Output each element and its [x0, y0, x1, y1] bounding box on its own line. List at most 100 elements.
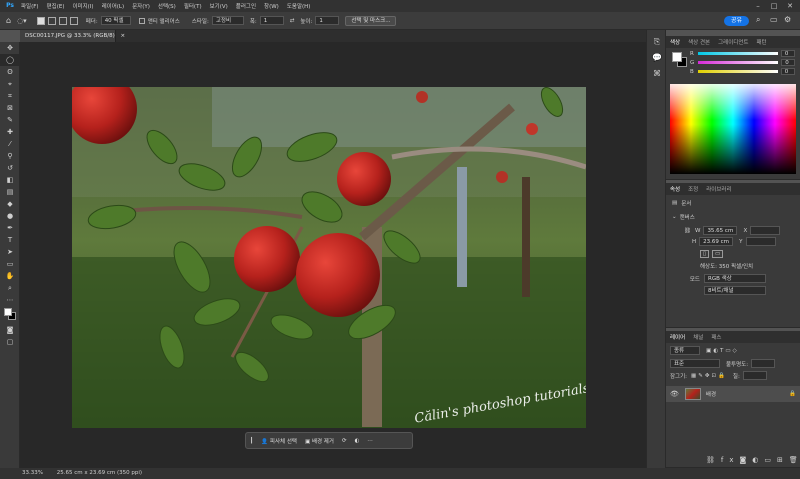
delete-layer-icon[interactable]: 🗑: [789, 456, 800, 464]
dodge-tool-icon[interactable]: ●: [0, 210, 20, 222]
tab-color[interactable]: 색상: [666, 38, 684, 46]
eyedropper-tool-icon[interactable]: ✎: [0, 114, 20, 126]
add-selection-icon[interactable]: [47, 16, 56, 25]
menu-select[interactable]: 선택(S): [154, 2, 180, 10]
adjust-icon[interactable]: ◐: [351, 438, 364, 444]
tab-channels[interactable]: 채널: [689, 333, 707, 341]
menu-file[interactable]: 파일(F): [17, 2, 43, 10]
tab-swatches[interactable]: 색상 견본: [684, 38, 714, 46]
tab-adjustments[interactable]: 조정: [684, 185, 702, 193]
home-icon[interactable]: ⌂: [6, 16, 11, 25]
menu-type[interactable]: 문자(Y): [128, 2, 154, 10]
hand-tool-icon[interactable]: ✋: [0, 270, 20, 282]
menu-edit[interactable]: 편집(E): [43, 2, 69, 10]
x-input[interactable]: [750, 226, 781, 235]
swap-icon[interactable]: ⇄: [290, 18, 295, 24]
y-input[interactable]: [745, 237, 776, 246]
workspace-icon[interactable]: ▭: [770, 15, 778, 24]
zoom-level[interactable]: 33.33%: [22, 470, 43, 476]
select-and-mask-button[interactable]: 선택 및 마스크...: [345, 15, 397, 26]
fx-icon[interactable]: fx: [721, 456, 740, 464]
blend-mode-select[interactable]: 표준: [670, 359, 720, 368]
pen-tool-icon[interactable]: ✒: [0, 222, 20, 234]
adjustment-layer-icon[interactable]: ◐: [752, 456, 764, 464]
move-tool-icon[interactable]: ✥: [0, 42, 20, 54]
mode-select[interactable]: RGB 색상: [704, 274, 766, 283]
settings-icon[interactable]: ⚙: [784, 15, 791, 24]
stamp-tool-icon[interactable]: ⚲: [0, 150, 20, 162]
fill-input[interactable]: [742, 371, 767, 380]
visibility-eye-icon[interactable]: 👁: [670, 390, 679, 398]
tab-layers[interactable]: 레이어: [666, 333, 689, 341]
green-slider[interactable]: [698, 61, 779, 64]
menu-help[interactable]: 도움말(H): [283, 2, 315, 10]
type-tool-icon[interactable]: T: [0, 234, 20, 246]
red-slider[interactable]: [697, 52, 778, 55]
maximize-icon[interactable]: □: [766, 0, 782, 12]
gradient-tool-icon[interactable]: ▤: [0, 186, 20, 198]
marquee-tool-icon[interactable]: ◯: [0, 54, 20, 66]
frame-tool-icon[interactable]: ⊠: [0, 102, 20, 114]
filter-icons[interactable]: ▣◐T▭◇: [706, 348, 739, 354]
comments-icon[interactable]: 💬: [647, 50, 667, 66]
antialias-checkbox[interactable]: [138, 17, 145, 24]
portrait-icon[interactable]: ▯: [700, 250, 710, 258]
menu-window[interactable]: 창(W): [260, 2, 283, 10]
h-value[interactable]: 23.69 cm: [699, 237, 734, 246]
menu-plugins[interactable]: 플러그인: [232, 2, 260, 10]
close-window-icon[interactable]: ✕: [782, 0, 798, 12]
brush-presets-icon[interactable]: ⌘: [647, 66, 667, 82]
add-mask-icon[interactable]: ◙: [740, 456, 753, 464]
bit-depth-select[interactable]: 8비트/채널: [704, 286, 766, 295]
red-value[interactable]: 0: [780, 50, 795, 57]
close-tab-icon[interactable]: ×: [120, 33, 125, 39]
menu-filter[interactable]: 필터(T): [180, 2, 206, 10]
shape-tool-icon[interactable]: ▭: [0, 258, 20, 270]
foreground-color-chip[interactable]: [672, 52, 682, 62]
lasso-tool-icon[interactable]: ʘ: [0, 66, 20, 78]
landscape-icon[interactable]: ▭: [712, 250, 724, 258]
blue-slider[interactable]: [697, 70, 778, 73]
more-options-icon[interactable]: ⋯: [363, 438, 377, 444]
opacity-input[interactable]: [751, 359, 776, 368]
zoom-tool-icon[interactable]: ⌕: [0, 282, 20, 294]
brush-tool-icon[interactable]: ⁄: [0, 138, 20, 150]
blur-tool-icon[interactable]: ◆: [0, 198, 20, 210]
quick-mask-icon[interactable]: ◙: [0, 324, 20, 336]
layer-row-background[interactable]: 👁 배경 🔒: [666, 386, 800, 402]
blue-value[interactable]: 0: [780, 68, 795, 75]
photoshop-logo[interactable]: Ps: [3, 1, 17, 11]
more-tools-icon[interactable]: ⋯: [0, 294, 20, 306]
quick-select-tool-icon[interactable]: ⌖: [0, 78, 20, 90]
marquee-preset-icon[interactable]: ◌▾: [17, 17, 27, 25]
subtract-selection-icon[interactable]: [58, 16, 67, 25]
remove-background-button[interactable]: ▣ 배경 제거: [301, 437, 338, 445]
document-tab[interactable]: DSC00117.JPG @ 33.3% (RGB/8) ×: [20, 30, 125, 42]
tab-properties[interactable]: 속성: [666, 185, 684, 193]
document-image[interactable]: Călin's photoshop tutorials: [72, 87, 586, 428]
w-value[interactable]: 35.65 cm: [703, 226, 738, 235]
eraser-tool-icon[interactable]: ◧: [0, 174, 20, 186]
layer-kind-select[interactable]: 종류: [670, 346, 700, 355]
menu-image[interactable]: 이미지(I): [68, 2, 97, 10]
crop-tool-icon[interactable]: ⌗: [0, 90, 20, 102]
height-input[interactable]: 1: [315, 16, 340, 25]
link-layers-icon[interactable]: ⛓: [706, 456, 721, 464]
path-select-tool-icon[interactable]: ➤: [0, 246, 20, 258]
feather-input[interactable]: 40 픽셀: [100, 16, 131, 25]
share-button[interactable]: 공유: [724, 16, 750, 26]
lock-icons[interactable]: ▦✎✥⊡🔒: [691, 373, 727, 379]
width-input[interactable]: 1: [259, 16, 284, 25]
new-group-icon[interactable]: ▭: [764, 456, 777, 464]
healing-tool-icon[interactable]: ✚: [0, 126, 20, 138]
screen-mode-icon[interactable]: ▢: [0, 336, 20, 348]
new-selection-icon[interactable]: [36, 16, 45, 25]
tab-patterns[interactable]: 패턴: [753, 38, 771, 46]
history-brush-tool-icon[interactable]: ↺: [0, 162, 20, 174]
history-icon[interactable]: ⎘: [647, 34, 667, 50]
canvas-section-header[interactable]: ⌄ 캔버스: [666, 211, 800, 223]
intersect-selection-icon[interactable]: [69, 16, 78, 25]
style-select[interactable]: 고정비: [211, 16, 244, 25]
search-icon[interactable]: ⌕: [756, 15, 760, 25]
link-icon[interactable]: ⛓: [684, 228, 691, 234]
